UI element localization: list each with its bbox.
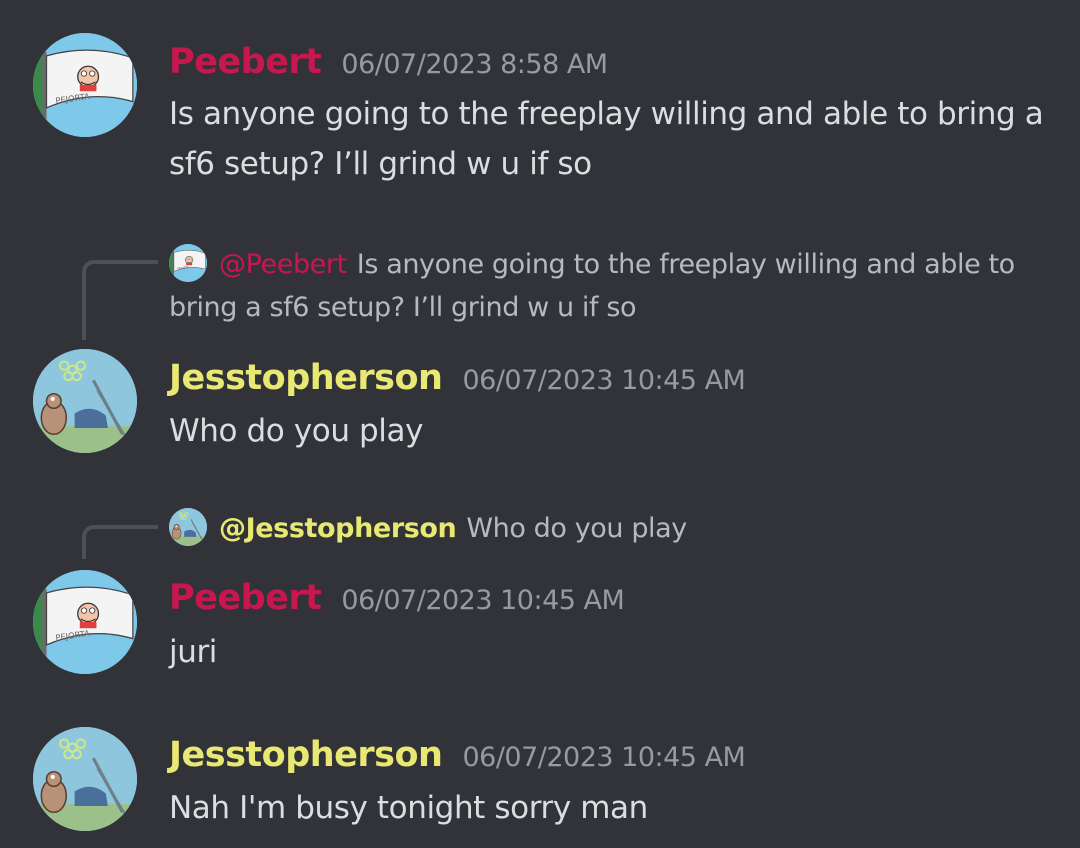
message-header: Peebert 06/07/2023 10:45 AM <box>169 578 625 618</box>
reply-preview-text[interactable]: @Jesstopherson Who do you play <box>169 507 1049 550</box>
underwater-scene-avatar-icon <box>33 727 137 831</box>
username[interactable]: Peebert <box>169 578 322 618</box>
message-text: Nah I'm busy tonight sorry man <box>169 790 648 826</box>
peter-flag-avatar-icon <box>169 244 207 282</box>
peter-flag-avatar-icon <box>33 33 137 137</box>
message-header: Jesstopherson 06/07/2023 10:45 AM <box>169 735 746 775</box>
username[interactable]: Peebert <box>169 42 322 82</box>
timestamp: 06/07/2023 10:45 AM <box>462 742 746 773</box>
underwater-scene-avatar-icon <box>33 349 137 453</box>
reply-mention[interactable]: @Jesstopherson <box>219 513 457 544</box>
underwater-scene-avatar-icon <box>169 508 207 546</box>
reply-avatar <box>169 244 207 282</box>
peter-flag-avatar-icon <box>33 570 137 674</box>
reply-connector <box>82 525 158 559</box>
reply-quoted-text: Who do you play <box>466 513 687 544</box>
reply-avatar <box>169 508 207 546</box>
avatar[interactable] <box>33 33 137 137</box>
timestamp: 06/07/2023 10:45 AM <box>341 585 625 616</box>
message-text: Who do you play <box>169 413 424 449</box>
message-header: Jesstopherson 06/07/2023 10:45 AM <box>169 358 746 398</box>
message-header: Peebert 06/07/2023 8:58 AM <box>169 42 608 82</box>
username[interactable]: Jesstopherson <box>169 735 443 775</box>
username[interactable]: Jesstopherson <box>169 358 443 398</box>
timestamp: 06/07/2023 8:58 AM <box>341 49 608 80</box>
message-text: juri <box>169 634 218 670</box>
reply-preview-text[interactable]: @Peebert Is anyone going to the freeplay … <box>169 243 1049 329</box>
timestamp: 06/07/2023 10:45 AM <box>462 365 746 396</box>
avatar[interactable] <box>33 349 137 453</box>
avatar[interactable] <box>33 570 137 674</box>
reply-connector <box>82 260 158 340</box>
avatar[interactable] <box>33 727 137 831</box>
message-text: Is anyone going to the freeplay willing … <box>169 96 1044 182</box>
reply-mention[interactable]: @Peebert <box>219 249 347 280</box>
